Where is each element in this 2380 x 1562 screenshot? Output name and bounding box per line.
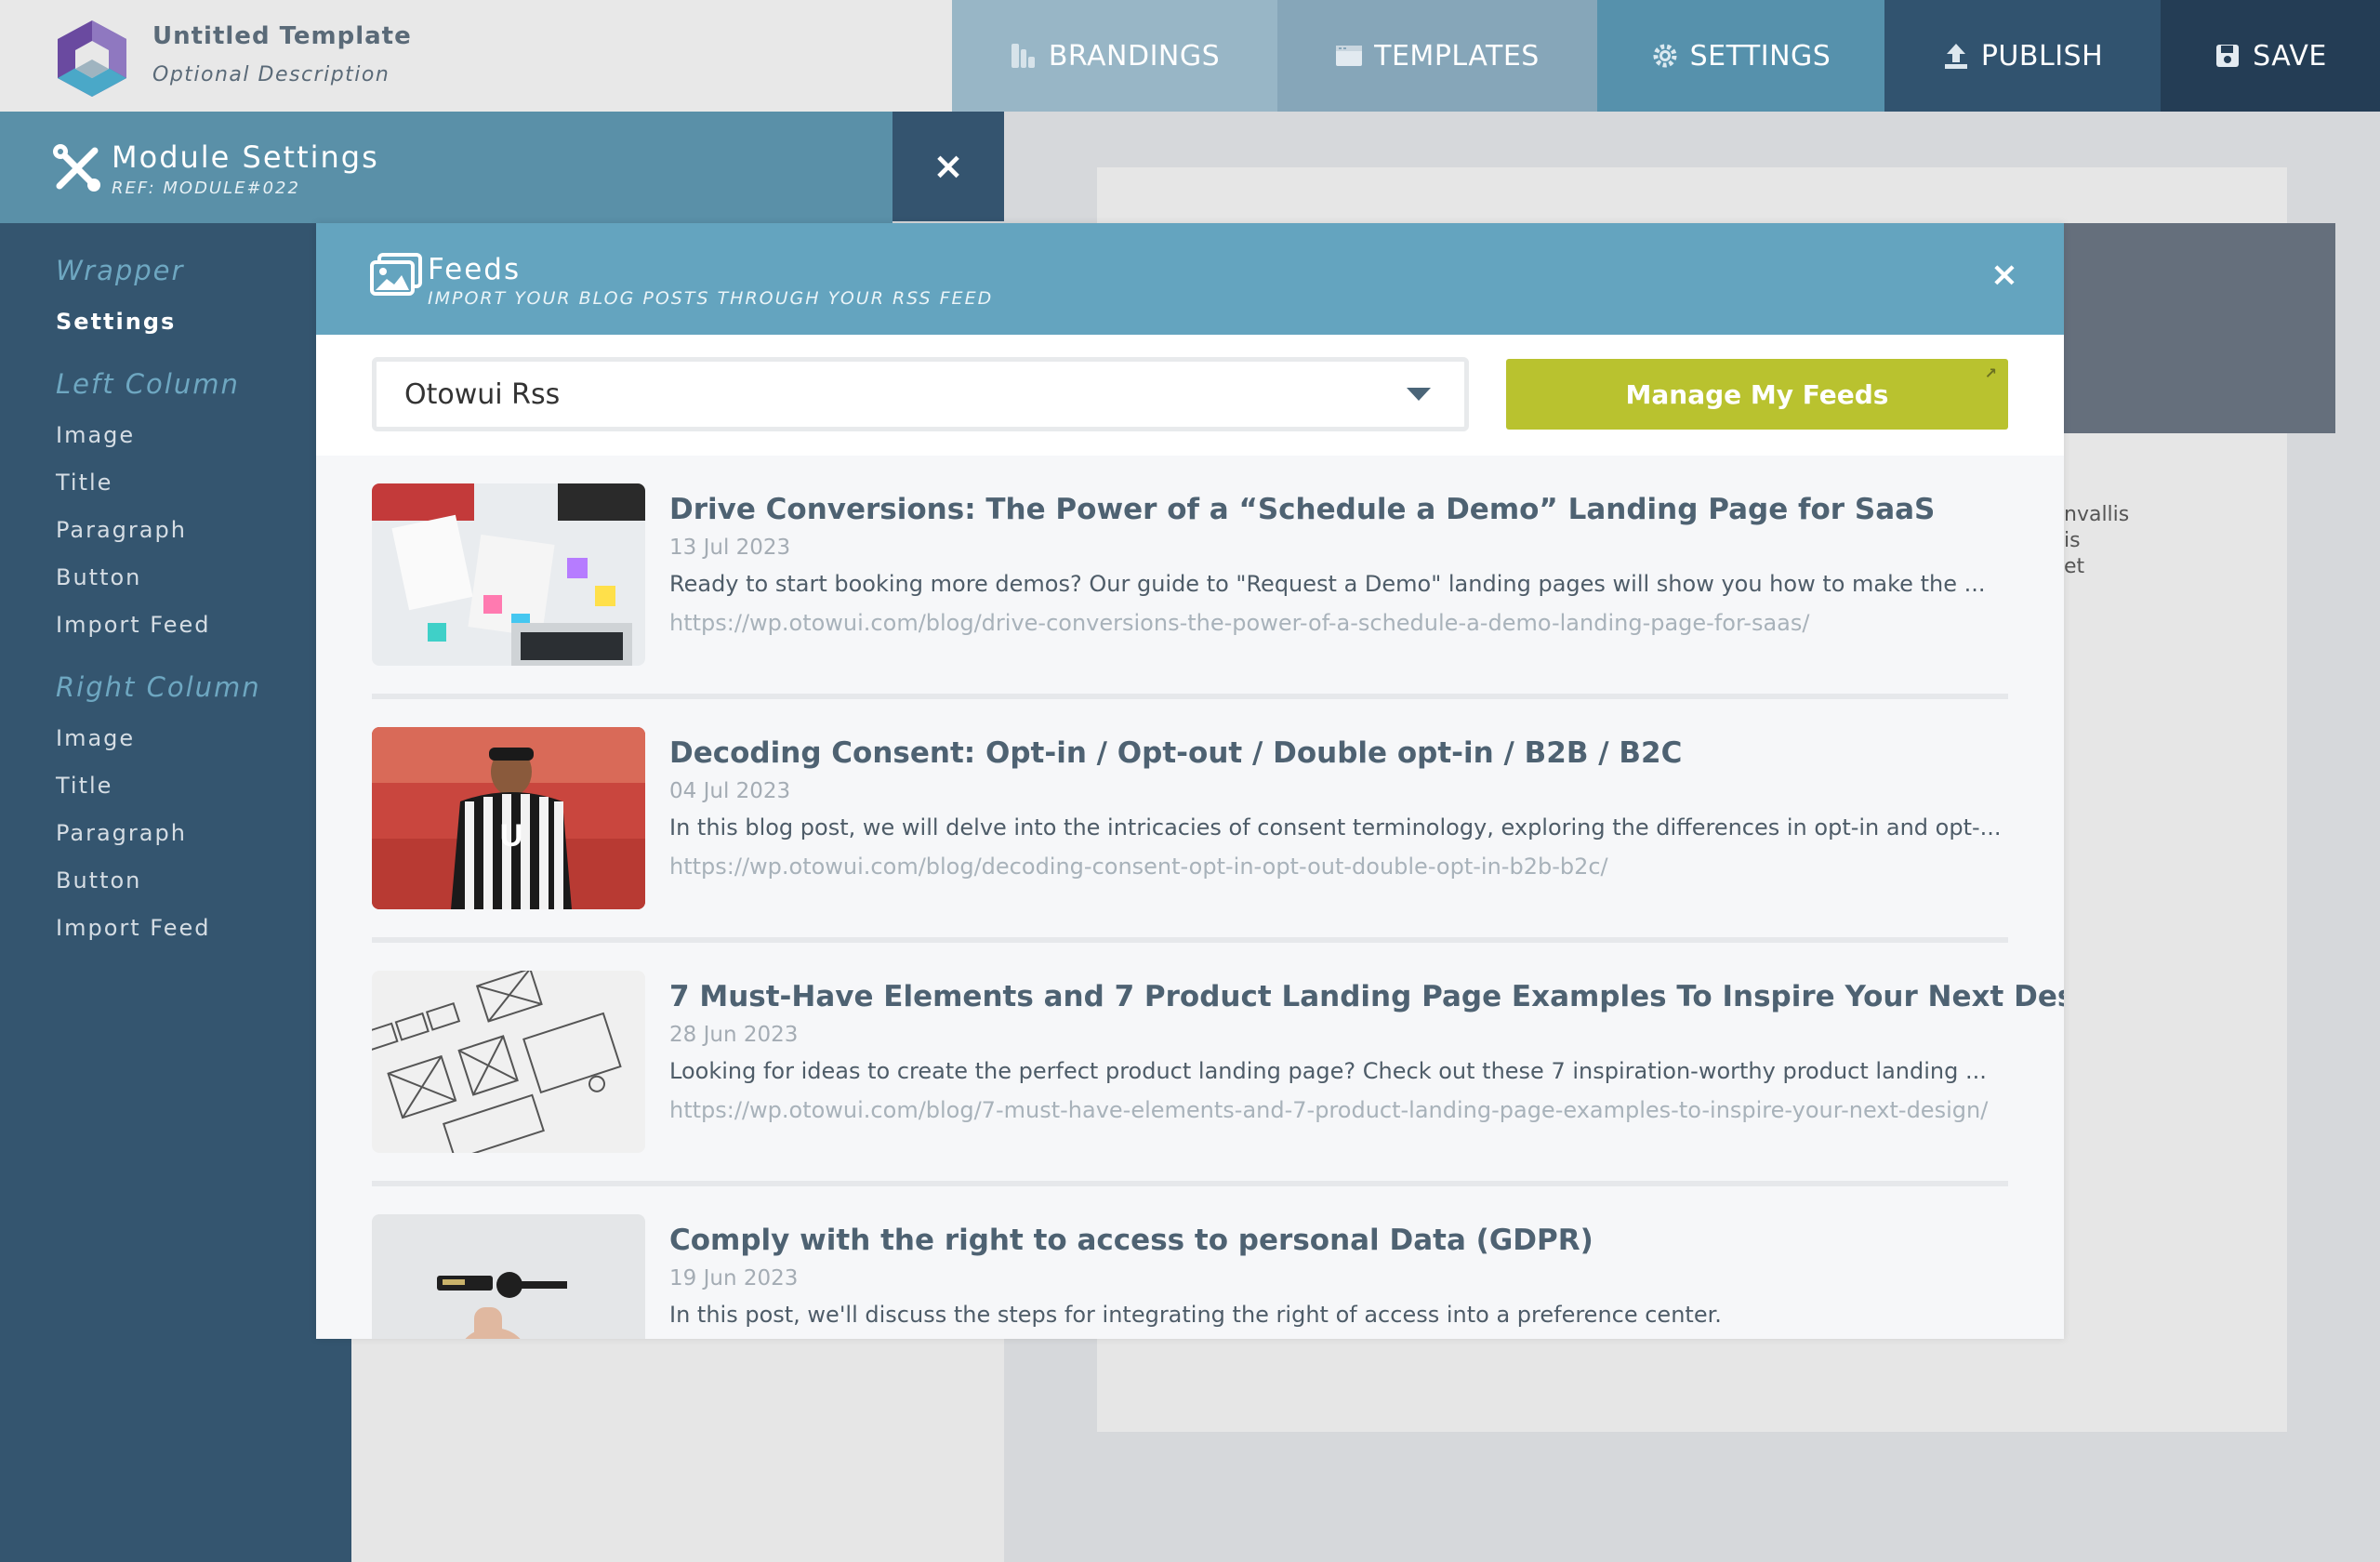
module-close-button[interactable]: ×: [892, 112, 1004, 221]
sidebar-section-left-column: Left Column: [56, 368, 240, 400]
sidebar-item-right-image[interactable]: Image: [56, 725, 135, 751]
sidebar-item-left-paragraph[interactable]: Paragraph: [56, 517, 187, 543]
close-icon: ×: [932, 145, 964, 188]
preview-text-line: nvallis: [2064, 503, 2130, 526]
nav-templates-button[interactable]: TEMPLATES: [1277, 0, 1597, 112]
gear-icon: [1653, 44, 1677, 68]
sidebar-item-right-button[interactable]: Button: [56, 867, 141, 894]
feed-item-title[interactable]: 7 Must-Have Elements and 7 Product Landi…: [669, 980, 2064, 1013]
feed-item-url[interactable]: https://wp.otowui.com/blog/drive-convers…: [669, 610, 1809, 636]
feed-item-title[interactable]: Comply with the right to access to perso…: [669, 1224, 1593, 1257]
logo-icon: [58, 20, 126, 97]
chevron-down-icon: [1407, 388, 1431, 401]
sidebar-item-right-title[interactable]: Title: [56, 773, 112, 799]
preview-text-line: et: [2064, 555, 2085, 578]
feed-item-excerpt: In this post, we'll discuss the steps fo…: [669, 1302, 1722, 1328]
template-description[interactable]: Optional Description: [152, 63, 390, 86]
sidebar-section-wrapper: Wrapper: [56, 255, 185, 286]
feed-item-excerpt: Looking for ideas to create the perfect …: [669, 1058, 1987, 1084]
upload-icon: [1944, 44, 1967, 69]
feed-item[interactable]: Comply with the right to access to perso…: [372, 1186, 2008, 1339]
nav-brandings-label: BRANDINGS: [1048, 39, 1221, 73]
svg-text:U: U: [500, 818, 523, 854]
feed-item-date: 04 Jul 2023: [669, 779, 791, 803]
feed-select-dropdown[interactable]: Otowui Rss: [372, 357, 1469, 431]
manage-feeds-label: Manage My Feeds: [1625, 378, 1889, 410]
image-gallery-icon: [370, 253, 422, 296]
module-ref: REF: MODULE#022: [112, 179, 300, 198]
feed-thumbnail: [372, 483, 645, 666]
sidebar-item-left-import-feed[interactable]: Import Feed: [56, 612, 211, 638]
preview-text-line: is: [2064, 529, 2081, 552]
sidebar-item-left-image[interactable]: Image: [56, 422, 135, 448]
nav-publish-button[interactable]: PUBLISH: [1884, 0, 2161, 112]
sidebar-item-left-button[interactable]: Button: [56, 564, 141, 590]
sidebar-item-wrapper-settings[interactable]: Settings: [56, 309, 176, 335]
feed-list: Drive Conversions: The Power of a “Sched…: [316, 456, 2064, 1339]
feed-item[interactable]: U Decoding Consent: Opt-in / Opt-out / D…: [372, 699, 2008, 943]
nav-brandings-button[interactable]: BRANDINGS: [952, 0, 1277, 112]
feeds-title: Feeds: [428, 253, 522, 286]
sidebar-item-left-title[interactable]: Title: [56, 470, 112, 496]
feed-item-date: 13 Jul 2023: [669, 536, 791, 560]
palette-icon: [1011, 44, 1035, 68]
external-link-icon: ↗: [1984, 364, 1997, 382]
feeds-header: Feeds IMPORT YOUR BLOG POSTS THROUGH YOU…: [316, 223, 2064, 335]
feed-item-excerpt: In this blog post, we will delve into th…: [669, 814, 2002, 841]
nav-save-button[interactable]: SAVE: [2161, 0, 2380, 112]
feeds-toolbar: Otowui Rss Manage My Feeds ↗: [316, 335, 2064, 456]
feed-thumbnail: U: [372, 727, 645, 909]
feed-item-title[interactable]: Drive Conversions: The Power of a “Sched…: [669, 493, 1935, 526]
module-sidebar: Wrapper Settings Left Column Image Title…: [0, 223, 351, 1562]
manage-feeds-button[interactable]: Manage My Feeds ↗: [1506, 359, 2008, 430]
nav-publish-label: PUBLISH: [1980, 39, 2104, 73]
nav-settings-button[interactable]: SETTINGS: [1597, 0, 1884, 112]
feed-item-url[interactable]: https://wp.otowui.com/blog/7-must-have-e…: [669, 1097, 1988, 1123]
feed-item-excerpt: Ready to start booking more demos? Our g…: [669, 571, 1986, 597]
feed-select-value: Otowui Rss: [404, 378, 561, 411]
feed-item-title[interactable]: Decoding Consent: Opt-in / Opt-out / Dou…: [669, 736, 1682, 770]
feed-item-date: 28 Jun 2023: [669, 1023, 799, 1047]
top-bar: Untitled Template Optional Description B…: [0, 0, 2380, 112]
nav-templates-label: TEMPLATES: [1374, 39, 1540, 73]
sidebar-item-right-import-feed[interactable]: Import Feed: [56, 915, 211, 941]
window-icon: [1336, 46, 1363, 66]
brand: Untitled Template Optional Description: [0, 0, 952, 112]
nav-settings-label: SETTINGS: [1689, 39, 1831, 73]
template-title[interactable]: Untitled Template: [152, 22, 412, 50]
feed-item[interactable]: Drive Conversions: The Power of a “Sched…: [372, 456, 2008, 699]
module-settings-title: Module Settings: [112, 139, 379, 175]
feed-thumbnail: [372, 1214, 645, 1339]
feed-item-date: 19 Jun 2023: [669, 1266, 799, 1291]
feeds-modal: Feeds IMPORT YOUR BLOG POSTS THROUGH YOU…: [316, 223, 2064, 1339]
feeds-subtitle: IMPORT YOUR BLOG POSTS THROUGH YOUR RSS …: [428, 288, 994, 309]
sidebar-item-right-paragraph[interactable]: Paragraph: [56, 820, 187, 846]
preview-text: nvallis is et: [2064, 502, 2129, 580]
preview-dark-block: [2064, 223, 2335, 433]
feed-thumbnail: [372, 971, 645, 1153]
nav-save-label: SAVE: [2253, 39, 2327, 73]
feeds-close-button[interactable]: ×: [1986, 257, 2023, 294]
floppy-disk-icon: [2216, 45, 2240, 67]
tools-icon: [53, 144, 100, 192]
feed-item[interactable]: 7 Must-Have Elements and 7 Product Landi…: [372, 943, 2064, 1186]
feed-item-url[interactable]: https://wp.otowui.com/blog/decoding-cons…: [669, 854, 1608, 880]
sidebar-section-right-column: Right Column: [56, 671, 261, 703]
module-settings-header: Module Settings REF: MODULE#022: [0, 112, 892, 223]
